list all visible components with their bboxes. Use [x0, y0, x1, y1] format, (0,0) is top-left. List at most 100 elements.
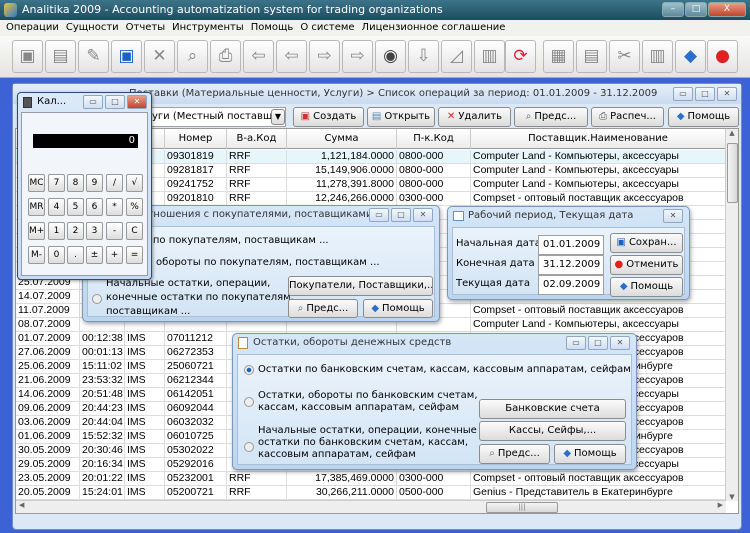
calc-key[interactable]: 9	[86, 174, 103, 192]
vertical-scroll-thumb[interactable]	[727, 143, 738, 203]
prev-toolbar-button[interactable]: ⇦	[276, 40, 307, 73]
calc-key[interactable]: ±	[86, 246, 103, 264]
calc-key[interactable]: 3	[86, 222, 103, 240]
calendar-toolbar-button[interactable]: ▦	[543, 40, 574, 73]
open-button[interactable]: ▤ Открыть	[367, 107, 435, 127]
relations-close-button[interactable]: ✕	[413, 208, 433, 222]
calc-key[interactable]: MC	[28, 174, 45, 192]
calc-key[interactable]: 1	[48, 222, 65, 240]
calc-minimize-button[interactable]: ▭	[83, 95, 103, 109]
open-folder-toolbar-button[interactable]: ▤	[45, 40, 76, 73]
calc-key[interactable]: +	[106, 246, 123, 264]
help-book-toolbar-button[interactable]: ◆	[675, 40, 706, 73]
mdi-close-button[interactable]: ✕	[717, 87, 737, 101]
cash-safes-button[interactable]: Кассы, Сейфы,...	[479, 421, 626, 441]
minimize-button[interactable]: –	[662, 2, 684, 17]
start-date-input[interactable]: 01.01.2009	[538, 235, 604, 255]
help-button[interactable]: ◆ Помощь	[668, 107, 739, 127]
relations-preview-button[interactable]: ⌕ Предс...	[288, 299, 358, 318]
relations-minimize-button[interactable]: ▭	[369, 208, 389, 222]
next-toolbar-button[interactable]: ⇨	[309, 40, 340, 73]
calc-key[interactable]: M-	[28, 246, 45, 264]
money-option-3-line1[interactable]: Начальные остатки, операции, конечные	[258, 425, 477, 437]
relations-option-3-radio[interactable]	[92, 294, 102, 304]
header-sum[interactable]: Сумма	[287, 129, 397, 149]
menu-operations[interactable]: Операции	[4, 20, 64, 36]
current-date-input[interactable]: 02.09.2009	[538, 275, 604, 295]
table-row[interactable]: 20.05.2009 15:24:01 IMS 05200721 RRF 30,266,2…	[16, 486, 726, 500]
menu-tools[interactable]: Инструменты	[170, 20, 249, 36]
down-toolbar-button[interactable]: ⇩	[408, 40, 439, 73]
preview-button[interactable]: ⌕ Предс...	[514, 107, 588, 127]
bank-accounts-button[interactable]: Банковские счета	[479, 399, 626, 419]
calc-key[interactable]: /	[106, 174, 123, 192]
new-doc-toolbar-button[interactable]: ▣	[12, 40, 43, 73]
calc-key[interactable]: M+	[28, 222, 45, 240]
header-supplier[interactable]: Поставщик.Наименование	[471, 129, 726, 149]
clipboard-toolbar-button[interactable]: ▥	[474, 40, 505, 73]
tools-toolbar-button[interactable]: ✂	[609, 40, 640, 73]
calc-key[interactable]: -	[106, 222, 123, 240]
period-close-button[interactable]: ✕	[663, 209, 683, 223]
calc-key[interactable]: 2	[67, 222, 84, 240]
calc-key[interactable]: MR	[28, 198, 45, 216]
close-button[interactable]: X	[708, 2, 746, 17]
period-save-button[interactable]: ▣ Сохран...	[610, 233, 683, 253]
scroll-right-icon[interactable]: ▶	[718, 501, 723, 509]
relations-option-3-line3[interactable]: поставщикам ...	[106, 306, 190, 318]
vertical-scrollbar[interactable]: ▲ ▼	[725, 129, 738, 501]
menu-help[interactable]: Помощь	[249, 20, 299, 36]
calc-key[interactable]: 0	[48, 246, 65, 264]
calc-key[interactable]: 7	[48, 174, 65, 192]
print-button[interactable]: ⎙ Распеч...	[591, 107, 664, 127]
calc-close-button[interactable]: ✕	[127, 95, 147, 109]
table-row[interactable]: 23.05.2009 20:01:22 IMS 05232001 RRF 17,385,4…	[16, 472, 726, 486]
calc-key[interactable]: =	[126, 246, 143, 264]
money-help-button[interactable]: ◆ Помощь	[554, 444, 626, 464]
exit-toolbar-button[interactable]: ●	[707, 40, 738, 73]
archive-toolbar-button[interactable]: ▥	[642, 40, 673, 73]
last-toolbar-button[interactable]: ⇨	[342, 40, 373, 73]
money-option-1[interactable]: Остатки по банковским счетам, кассам, ка…	[258, 364, 631, 376]
save-toolbar-button[interactable]: ▣	[111, 40, 142, 73]
header-number[interactable]: Номер	[165, 129, 227, 149]
menu-reports[interactable]: Отчеты	[124, 20, 170, 36]
calc-key[interactable]: 5	[67, 198, 84, 216]
period-cancel-button[interactable]: ● Отменить	[610, 255, 683, 275]
ruler-toolbar-button[interactable]: ◿	[441, 40, 472, 73]
money-option-2-radio[interactable]	[244, 397, 254, 407]
calc-key[interactable]: *	[106, 198, 123, 216]
refresh-toolbar-button[interactable]: ⟳	[505, 40, 536, 73]
calculator-toolbar-button[interactable]: ▤	[576, 40, 607, 73]
delete-toolbar-button[interactable]: ✕	[144, 40, 175, 73]
menu-entities[interactable]: Сущности	[64, 20, 124, 36]
calc-key[interactable]: C	[126, 222, 143, 240]
money-maximize-button[interactable]: □	[588, 336, 608, 350]
money-option-2-line2[interactable]: кассам, кассовым аппаратам, сейфам	[258, 402, 459, 414]
calc-key[interactable]: 8	[67, 174, 84, 192]
mdi-maximize-button[interactable]: □	[695, 87, 715, 101]
calc-key[interactable]: %	[126, 198, 143, 216]
money-option-1-radio[interactable]	[244, 365, 254, 375]
money-option-2-line1[interactable]: Остатки, обороты по банковским счетам,	[258, 390, 478, 402]
scroll-down-icon[interactable]: ▼	[726, 493, 738, 501]
relations-option-3-line2[interactable]: конечные остатки по покупателям,	[106, 292, 294, 304]
calc-key[interactable]: .	[67, 246, 84, 264]
print-toolbar-button[interactable]: ⎙	[210, 40, 241, 73]
period-help-button[interactable]: ◆ Помощь	[610, 277, 683, 297]
create-button[interactable]: ▣ Создать	[293, 107, 364, 127]
money-close-button[interactable]: ✕	[610, 336, 630, 350]
horizontal-scrollbar[interactable]: ◀ ||| ▶	[16, 500, 726, 513]
combo-arrow-icon[interactable]: ▼	[271, 109, 285, 125]
supplier-type-combo[interactable]: Услуги (Местный поставщик)	[129, 107, 286, 127]
edit-toolbar-button[interactable]: ✎	[78, 40, 109, 73]
calc-maximize-button[interactable]: □	[105, 95, 125, 109]
menu-about[interactable]: О системе	[298, 20, 359, 36]
money-option-3-line2[interactable]: остатки по банковским счетам, кассам,	[258, 437, 468, 449]
partners-button[interactable]: Покупатели, Поставщики,...	[288, 276, 433, 296]
relations-help-button[interactable]: ◆ Помощь	[363, 299, 433, 318]
money-option-3-radio[interactable]	[244, 442, 254, 452]
delete-button[interactable]: ✕ Удалить	[438, 107, 511, 127]
relations-maximize-button[interactable]: □	[391, 208, 411, 222]
header-currency[interactable]: В-а.Код	[227, 129, 287, 149]
